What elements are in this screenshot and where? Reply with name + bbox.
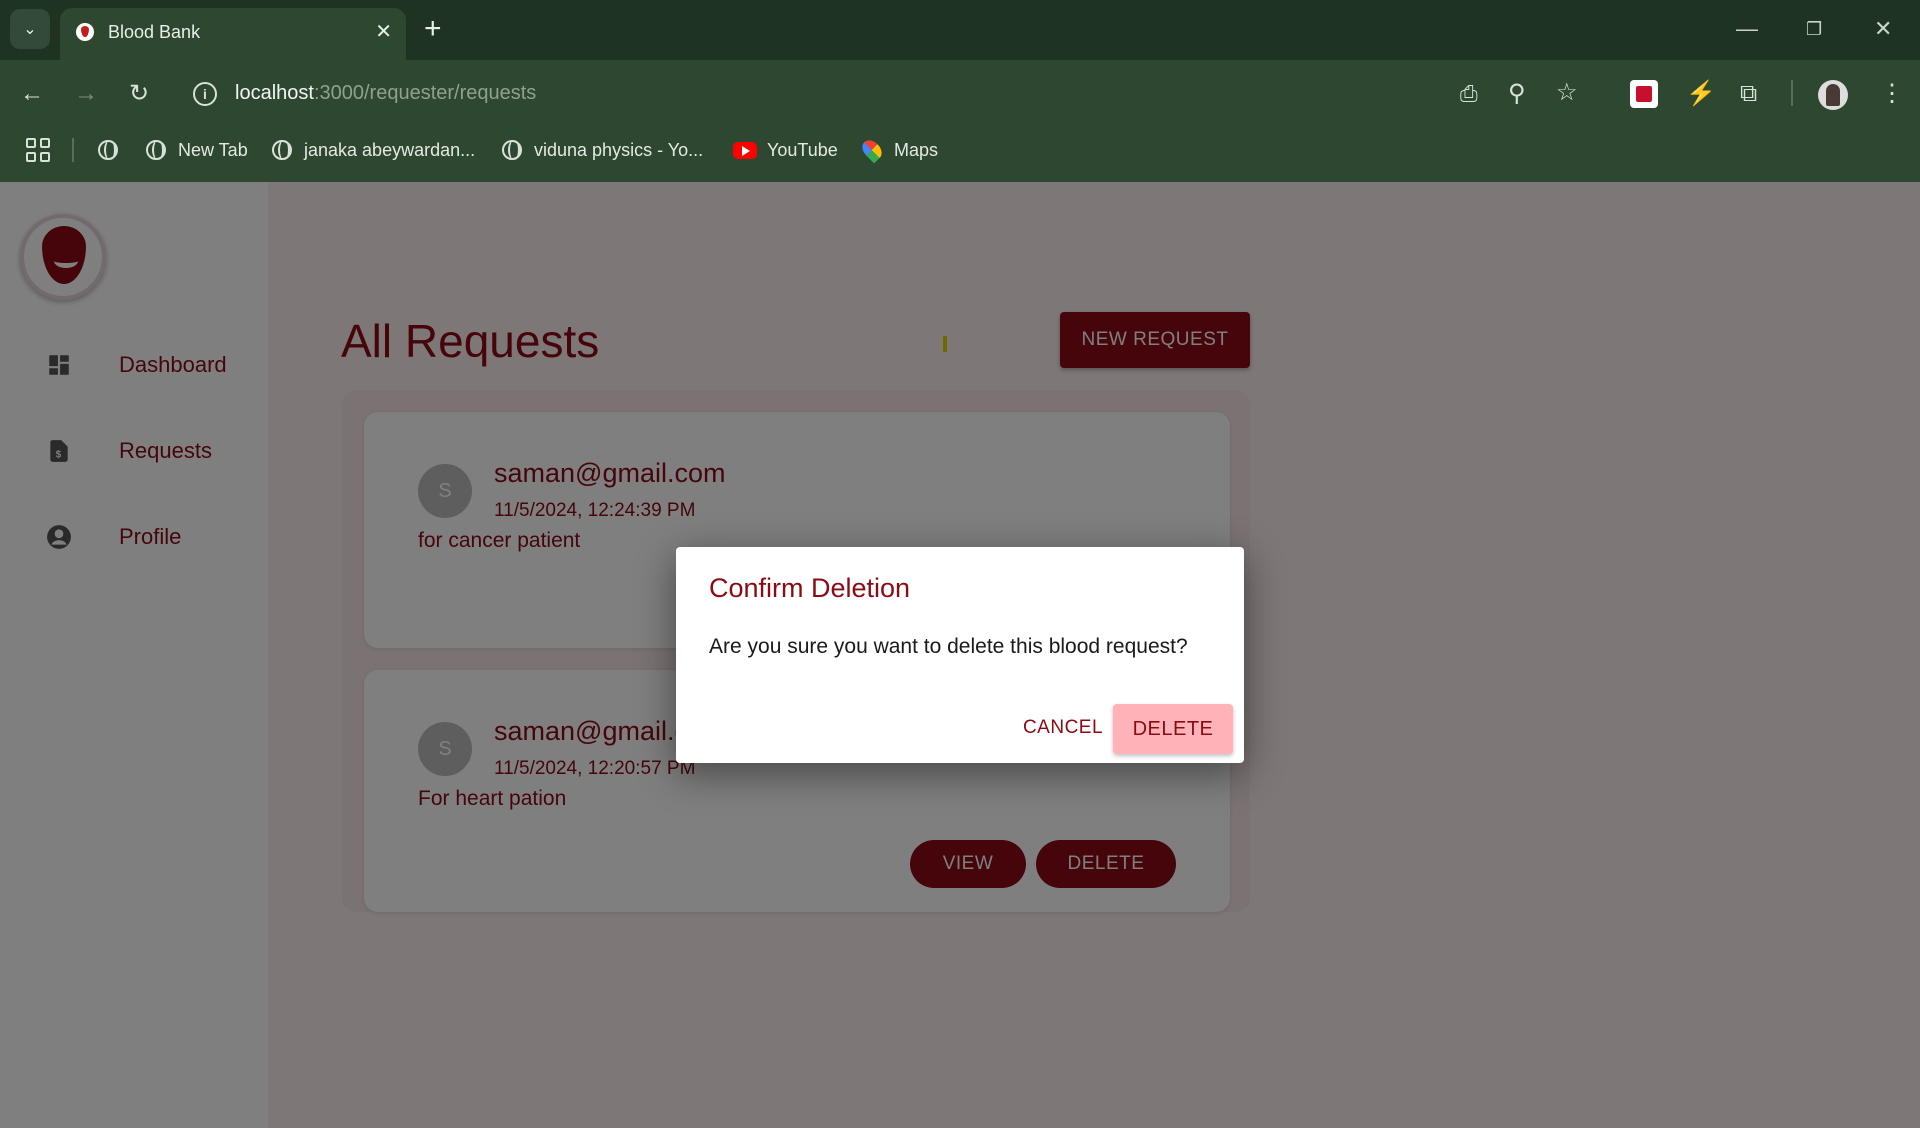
back-arrow-icon[interactable]: ← [20,80,44,108]
dialog-title: Confirm Deletion [709,573,911,603]
bookmark-label: janaka abeywardan... [304,139,476,160]
tab-search-chevron-icon[interactable]: ⌄ [10,9,50,49]
bookmark-label: YouTube [767,139,838,160]
tab-close-icon[interactable]: ✕ [375,20,392,44]
forward-arrow-icon[interactable]: → [74,80,98,108]
bookmark-label: New Tab [178,139,248,160]
bookmark-janaka[interactable]: janaka abeywardan... [272,136,475,164]
url-host: localhost [235,82,314,104]
globe-icon [272,140,292,160]
bookmark-globe[interactable] [98,136,130,164]
bookmark-label: viduna physics - Yo... [534,139,704,160]
window-close-icon[interactable]: ✕ [1874,14,1892,44]
bookmark-youtube[interactable]: YouTube [733,136,838,164]
extension-bolt-icon[interactable]: ⚡ [1686,80,1716,108]
restore-icon[interactable]: ❐ [1806,14,1822,44]
install-app-icon[interactable]: ⎙ [1460,80,1478,108]
url-path: :3000/requester/requests [313,82,537,104]
bookmark-new-tab[interactable]: New Tab [146,136,248,164]
globe-icon [98,140,118,160]
browser-tab-strip: ⌄ Blood Bank ✕ + — ❐ ✕ [0,0,1920,60]
bookmark-divider [72,138,74,162]
minimize-icon[interactable]: — [1736,14,1758,44]
globe-icon [502,140,522,160]
profile-avatar-icon[interactable] [1818,80,1848,110]
blood-drop-favicon-icon [76,23,94,41]
bookmark-maps[interactable]: Maps [858,136,939,164]
address-bar[interactable]: localhost:3000/requester/requests [235,82,536,105]
youtube-icon [733,141,757,159]
globe-icon [146,140,166,160]
apps-grid-icon[interactable] [26,138,50,162]
extensions-puzzle-icon[interactable]: ⧉ [1740,80,1757,108]
bookmark-star-icon[interactable]: ☆ [1556,79,1578,107]
bookmark-viduna[interactable]: viduna physics - Yo... [502,136,703,164]
bookmark-label: Maps [894,139,939,160]
site-info-icon[interactable]: i [193,82,217,106]
zoom-icon[interactable]: ⚲ [1508,80,1526,108]
reload-icon[interactable]: ↻ [129,80,149,108]
dialog-message: Are you sure you want to delete this blo… [709,635,1188,658]
tab-title: Blood Bank [108,22,201,42]
confirm-delete-button[interactable]: DELETE [1113,704,1233,754]
extension-shield-icon[interactable] [1630,80,1658,108]
toolbar-divider [1791,80,1793,106]
browser-tab-active[interactable]: Blood Bank ✕ [60,8,406,60]
cancel-button[interactable]: CANCEL [1002,705,1124,751]
confirm-deletion-dialog: Confirm Deletion Are you sure you want t… [676,547,1244,763]
menu-kebab-icon[interactable]: ⋮ [1880,80,1904,108]
new-tab-plus-icon[interactable]: + [424,12,442,46]
